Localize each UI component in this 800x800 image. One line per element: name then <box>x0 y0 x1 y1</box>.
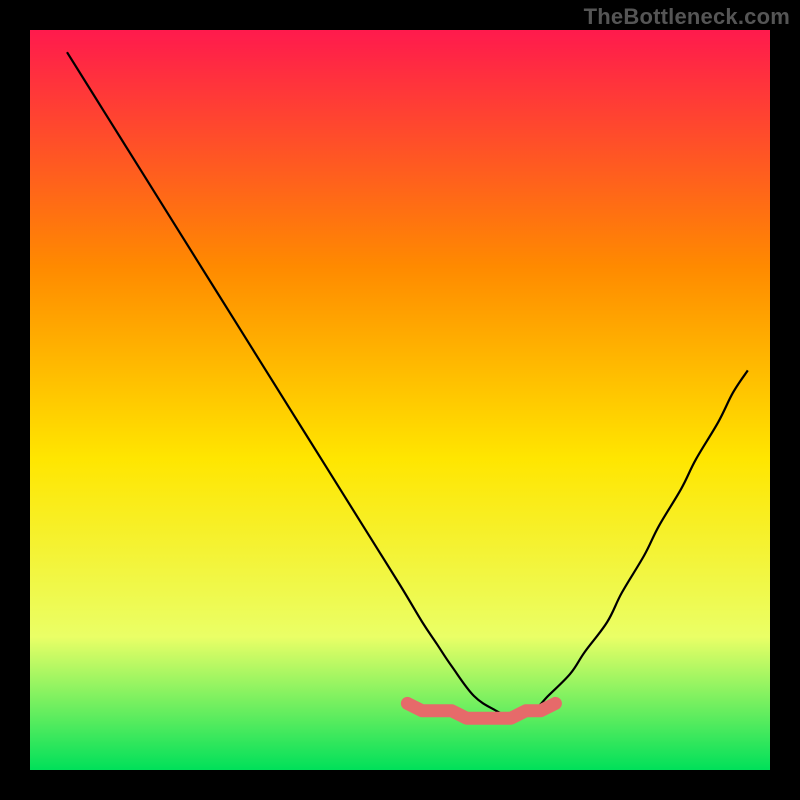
gradient-plot-background <box>30 30 770 770</box>
watermark-text: TheBottleneck.com <box>584 4 790 30</box>
chart-frame: TheBottleneck.com <box>0 0 800 800</box>
bottleneck-chart <box>0 0 800 800</box>
